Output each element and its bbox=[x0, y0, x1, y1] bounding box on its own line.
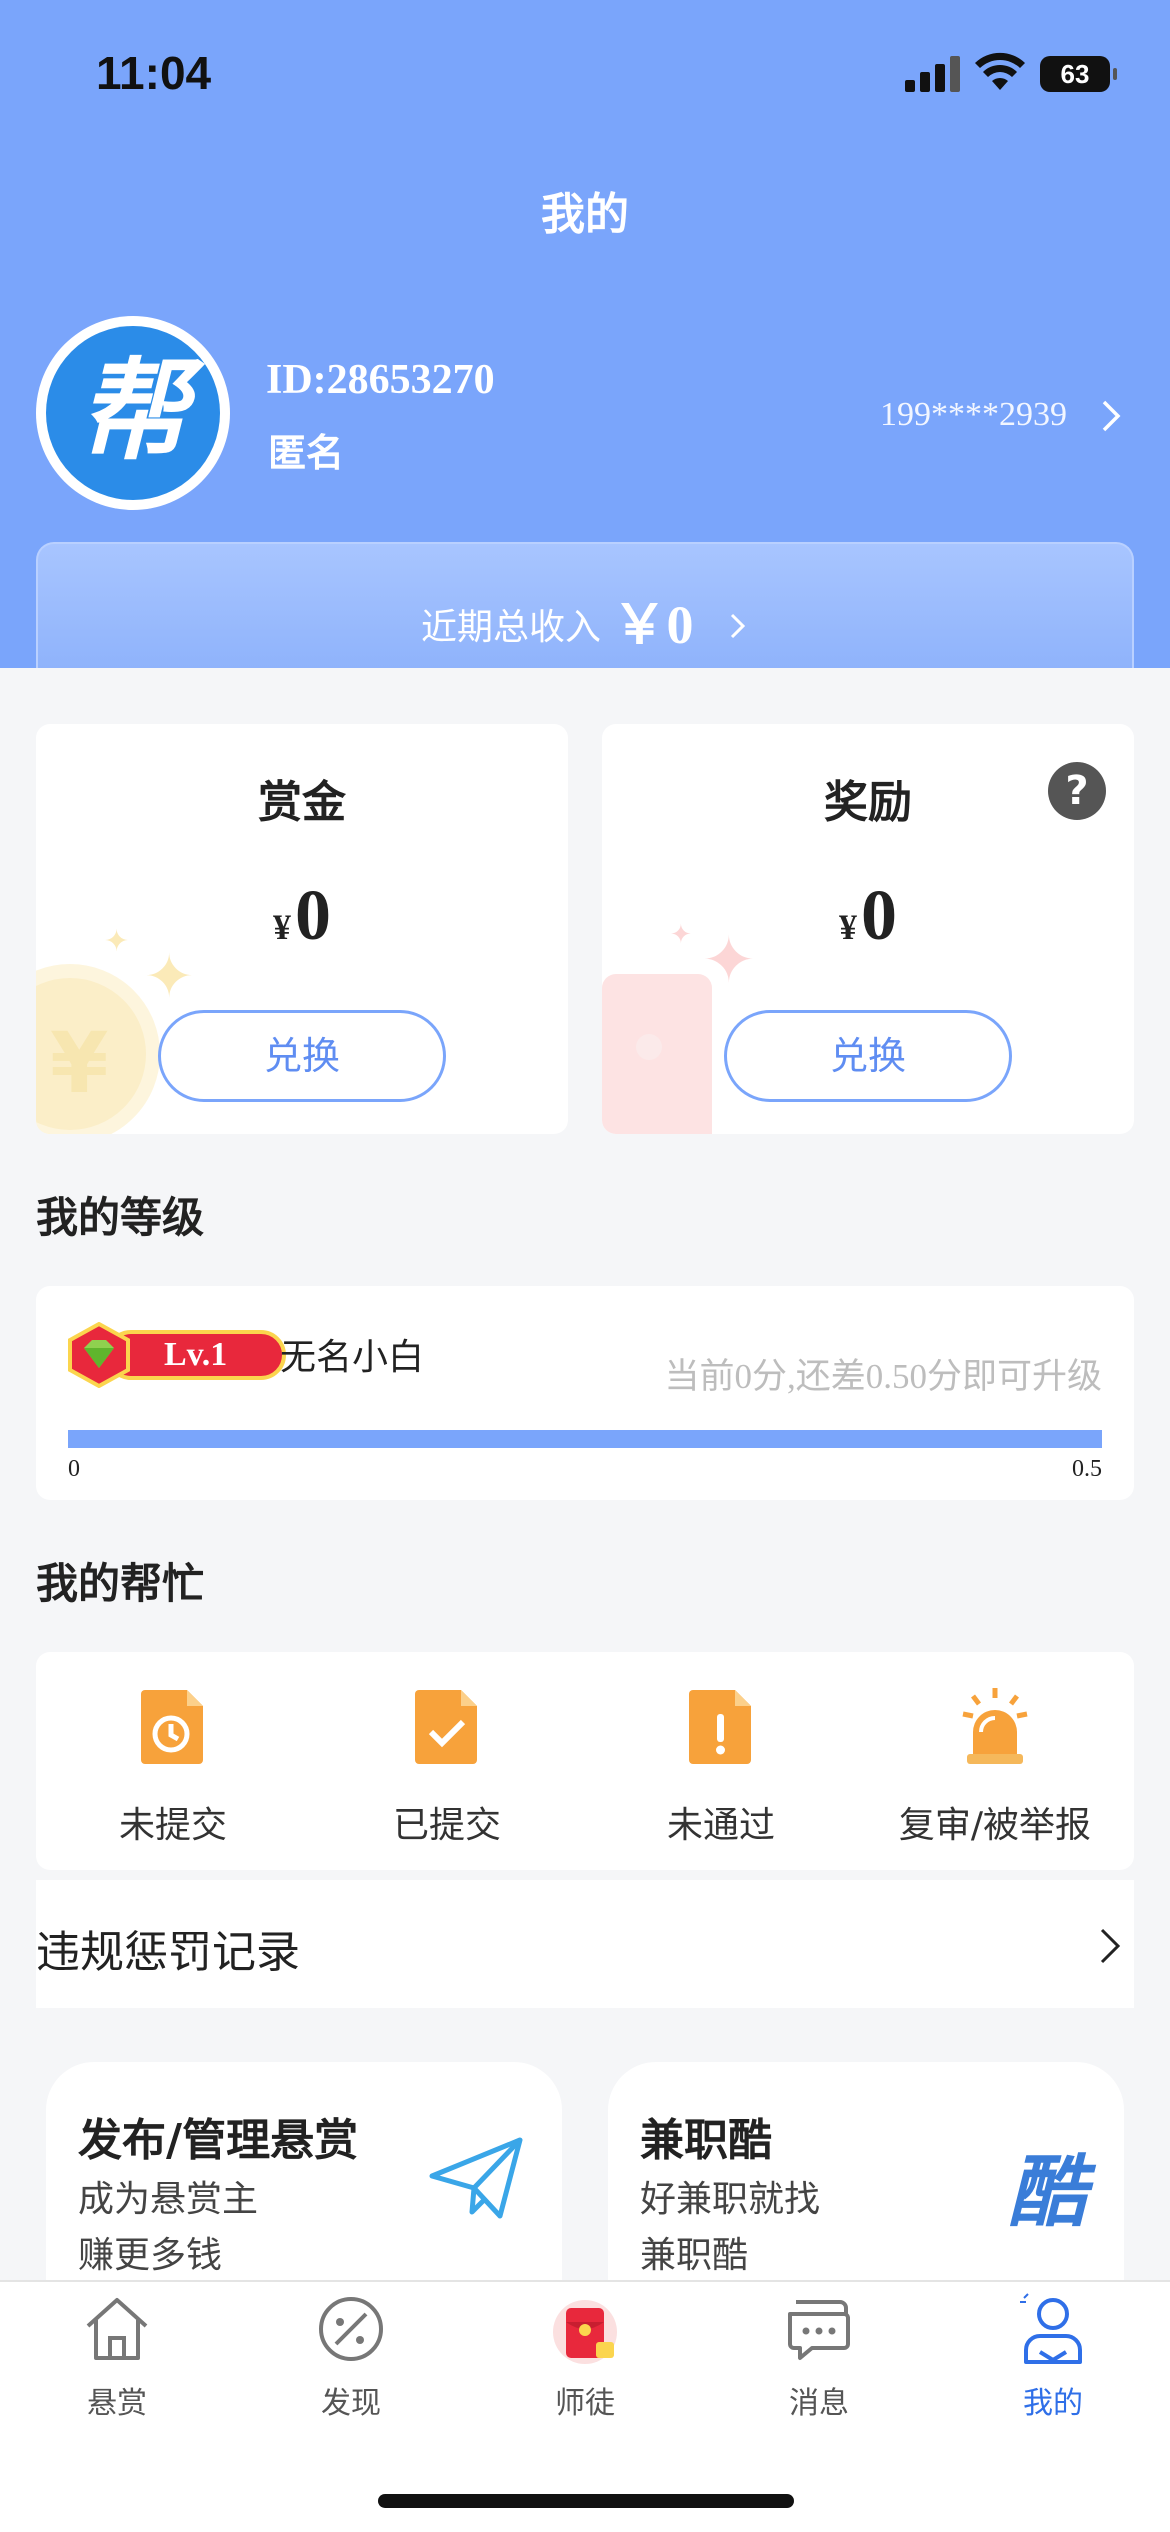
user-id: ID:28653270 bbox=[266, 357, 495, 403]
phone-number[interactable]: 199****2939 bbox=[880, 396, 1067, 434]
red-envelope-decoration-icon bbox=[602, 974, 712, 1134]
level-badge: Lv.1 bbox=[66, 1322, 286, 1388]
reward-exchange-button[interactable]: 兑换 bbox=[724, 1010, 1012, 1102]
level-progress-bar bbox=[68, 1430, 1102, 1448]
red-envelope-icon bbox=[553, 2300, 617, 2364]
level-badge-label: Lv.1 bbox=[106, 1330, 286, 1380]
tab-label: 师徒 bbox=[555, 2386, 615, 2421]
help-card: 未提交 已提交 未通过 复审/被举报 bbox=[36, 1652, 1134, 1870]
part-time-job-card[interactable]: 兼职酷 好兼职就找 兼职酷 酷 bbox=[608, 2062, 1124, 2282]
chevron-right-icon bbox=[1100, 1928, 1121, 1964]
app-logo-avatar: 帮 bbox=[46, 326, 220, 500]
tab-messages[interactable]: 消息 bbox=[702, 2292, 936, 2422]
tab-mentor[interactable]: 师徒 bbox=[468, 2292, 702, 2422]
promo-subtitle: 成为悬赏主 bbox=[78, 2179, 259, 2220]
help-section-title: 我的帮忙 bbox=[36, 1559, 205, 1608]
income-value: 0 bbox=[666, 595, 694, 655]
home-indicator[interactable] bbox=[378, 2494, 794, 2508]
bounty-value: 0 bbox=[295, 875, 331, 955]
tab-label: 消息 bbox=[789, 2386, 849, 2421]
help-item-rejected[interactable]: 未通过 bbox=[584, 1686, 858, 1848]
chevron-right-icon bbox=[730, 613, 746, 639]
exclamation-document-icon bbox=[689, 1690, 751, 1764]
recent-income: 近期总收入 ￥0 bbox=[38, 580, 1136, 659]
tab-label: 我的 bbox=[1023, 2386, 1083, 2421]
tab-label: 悬赏 bbox=[87, 2386, 147, 2421]
chat-icon bbox=[788, 2300, 850, 2360]
help-item-unsubmitted[interactable]: 未提交 bbox=[36, 1686, 310, 1848]
level-progress-fill bbox=[68, 1430, 1102, 1448]
progress-min: 0 bbox=[68, 1456, 80, 1482]
bounty-currency: ¥ bbox=[273, 907, 291, 947]
clock-document-icon bbox=[141, 1690, 203, 1764]
user-icon bbox=[1020, 2293, 1082, 2364]
level-name: 无名小白 bbox=[280, 1337, 425, 1378]
wifi-icon bbox=[975, 52, 1025, 90]
promo-subtitle: 赚更多钱 bbox=[78, 2235, 223, 2276]
level-card[interactable]: Lv.1 无名小白 当前0分,还差0.50分即可升级 0 0.5 bbox=[36, 1286, 1134, 1500]
help-item-label: 已提交 bbox=[392, 1805, 501, 1846]
home-icon bbox=[86, 2298, 148, 2360]
tab-discover[interactable]: 发现 bbox=[234, 2292, 468, 2422]
cellular-signal-icon bbox=[905, 56, 961, 92]
level-progress-text: 当前0分,还差0.50分即可升级 bbox=[664, 1357, 1102, 1396]
status-time: 11:04 bbox=[96, 47, 212, 99]
check-document-icon bbox=[415, 1690, 477, 1764]
question-mark-icon[interactable]: ? bbox=[1048, 762, 1106, 820]
palette-icon bbox=[319, 2297, 383, 2361]
help-item-label: 未提交 bbox=[118, 1805, 227, 1846]
bounty-title: 赏金 bbox=[258, 777, 346, 828]
page-title: 我的 bbox=[541, 189, 629, 240]
help-item-review-reported[interactable]: 复审/被举报 bbox=[858, 1686, 1132, 1848]
bounty-amount: ¥ 0 bbox=[36, 874, 568, 957]
help-item-label: 复审/被举报 bbox=[898, 1805, 1092, 1846]
promo-subtitle: 好兼职就找 bbox=[640, 2179, 821, 2220]
level-section-title: 我的等级 bbox=[36, 1193, 205, 1242]
income-label: 近期总收入 bbox=[421, 607, 602, 648]
diamond-icon bbox=[68, 1322, 130, 1388]
battery-icon: 63 bbox=[1040, 56, 1117, 92]
user-name: 匿名 bbox=[268, 431, 345, 475]
profile-header: 11:04 63 我的 帮 ID:28653270 匿名 199****2939… bbox=[0, 0, 1170, 668]
violation-label: 违规惩罚记录 bbox=[36, 1927, 300, 1978]
bounty-card: ¥ ✦ ✦ 赏金 ¥ 0 兑换 bbox=[36, 724, 568, 1134]
reward-card: ✦ ✦ 奖励 ? ¥ 0 兑换 bbox=[602, 724, 1134, 1134]
chevron-right-icon[interactable] bbox=[1092, 396, 1132, 436]
promo-subtitle: 兼职酷 bbox=[640, 2235, 749, 2276]
bottom-tab-bar: 悬赏 发现 师徒 消息 我的 bbox=[0, 2280, 1170, 2532]
coin-decoration-icon: ¥ bbox=[36, 964, 160, 1134]
bounty-exchange-button[interactable]: 兑换 bbox=[158, 1010, 446, 1102]
job-logo-icon: 酷 bbox=[1007, 2147, 1086, 2238]
reward-value: 0 bbox=[861, 875, 897, 955]
promo-title: 兼职酷 bbox=[640, 2115, 772, 2166]
tab-bounty[interactable]: 悬赏 bbox=[0, 2292, 234, 2422]
reward-currency: ¥ bbox=[839, 907, 857, 947]
recent-income-bar[interactable]: 近期总收入 ￥0 bbox=[36, 542, 1134, 668]
paper-plane-icon bbox=[429, 2137, 523, 2219]
tab-label: 发现 bbox=[321, 2386, 381, 2421]
progress-max: 0.5 bbox=[1072, 1456, 1102, 1482]
alarm-siren-icon bbox=[962, 1688, 1028, 1764]
help-item-label: 未通过 bbox=[666, 1805, 775, 1846]
status-bar: 11:04 63 bbox=[0, 0, 1170, 150]
reward-amount: ¥ 0 bbox=[602, 874, 1134, 957]
income-currency: ￥ bbox=[612, 595, 667, 655]
publish-bounty-card[interactable]: 发布/管理悬赏 成为悬赏主 赚更多钱 bbox=[46, 2062, 562, 2282]
help-item-submitted[interactable]: 已提交 bbox=[310, 1686, 584, 1848]
promo-title: 发布/管理悬赏 bbox=[78, 2115, 359, 2166]
violation-records-row[interactable]: 违规惩罚记录 bbox=[36, 1880, 1134, 2008]
tab-mine[interactable]: 我的 bbox=[936, 2292, 1170, 2422]
avatar[interactable]: 帮 bbox=[36, 316, 230, 510]
